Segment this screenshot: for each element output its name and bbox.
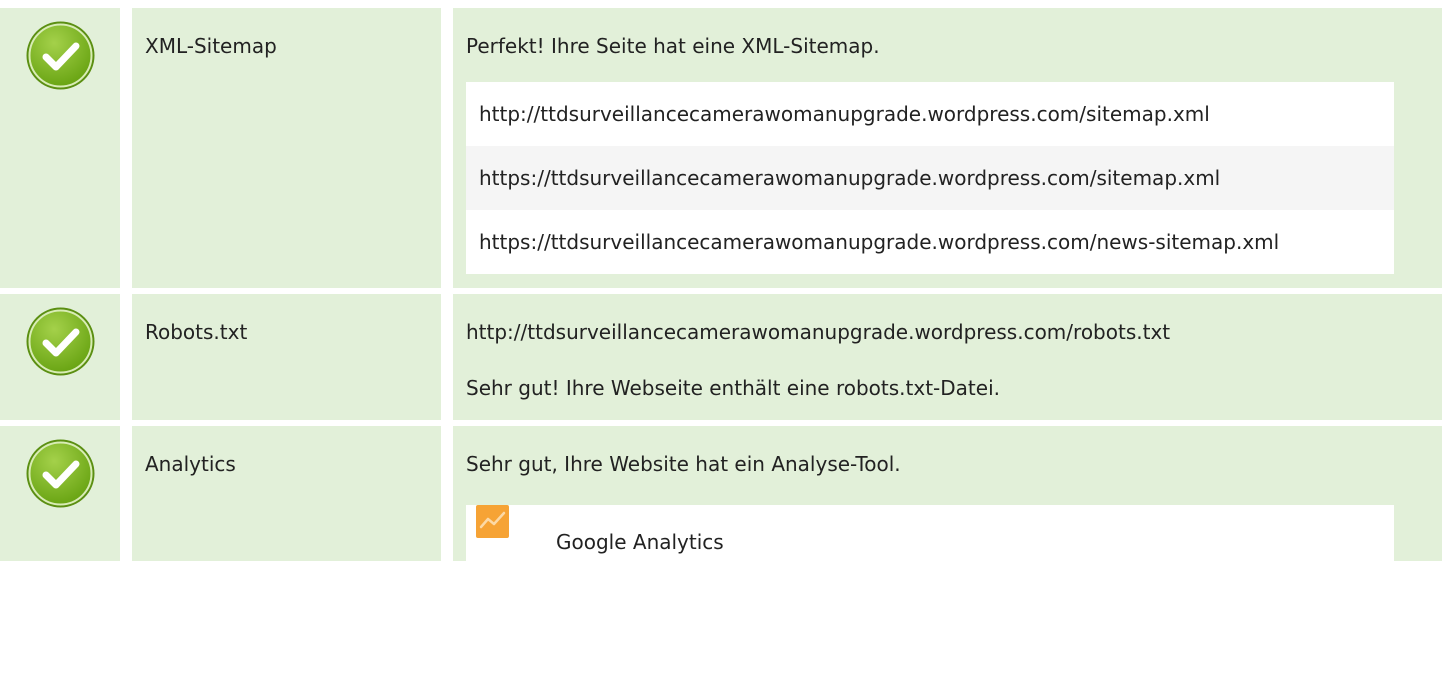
check-row-robots-txt: Robots.txt http://ttdsurveillancecameraw… [0,294,1442,420]
result-message: Perfekt! Ihre Seite hat eine XML-Sitemap… [466,34,880,58]
check-circle-icon [26,439,94,508]
check-row-xml-sitemap: XML-Sitemap Perfekt! Ihre Seite hat eine… [0,8,1442,288]
check-label: Robots.txt [145,320,248,344]
check-label: XML-Sitemap [145,34,277,58]
sitemap-url: https://ttdsurveillancecamerawomanupgrad… [466,210,1394,274]
google-analytics-icon [476,505,509,538]
check-result: Sehr gut, Ihre Website hat ein Analyse-T… [453,426,1442,561]
status-cell [0,294,120,420]
check-result: http://ttdsurveillancecamerawomanupgrade… [453,294,1442,420]
column-divider [120,294,132,420]
check-circle-icon [26,21,94,90]
sitemap-url: https://ttdsurveillancecamerawomanupgrad… [466,146,1394,210]
robots-url: http://ttdsurveillancecamerawomanupgrade… [466,320,1171,344]
status-cell [0,426,120,561]
sitemap-url-list: http://ttdsurveillancecamerawomanupgrade… [466,82,1394,274]
column-divider [120,426,132,561]
column-divider [441,8,453,288]
check-result: Perfekt! Ihre Seite hat eine XML-Sitemap… [453,8,1442,288]
analytics-tool-card: Google Analytics [466,505,1394,561]
column-divider [441,426,453,561]
sitemap-url: http://ttdsurveillancecamerawomanupgrade… [466,82,1394,146]
check-row-analytics: Analytics Sehr gut, Ihre Website hat ein… [0,426,1442,561]
status-cell [0,8,120,288]
check-label: Analytics [145,452,236,476]
check-circle-icon [26,307,94,376]
column-divider [441,294,453,420]
seo-check-table: XML-Sitemap Perfekt! Ihre Seite hat eine… [0,8,1442,561]
analytics-tool-name: Google Analytics [556,529,724,554]
result-message: Sehr gut, Ihre Website hat ein Analyse-T… [466,452,901,476]
column-divider [120,8,132,288]
result-message: Sehr gut! Ihre Webseite enthält eine rob… [466,376,1000,400]
